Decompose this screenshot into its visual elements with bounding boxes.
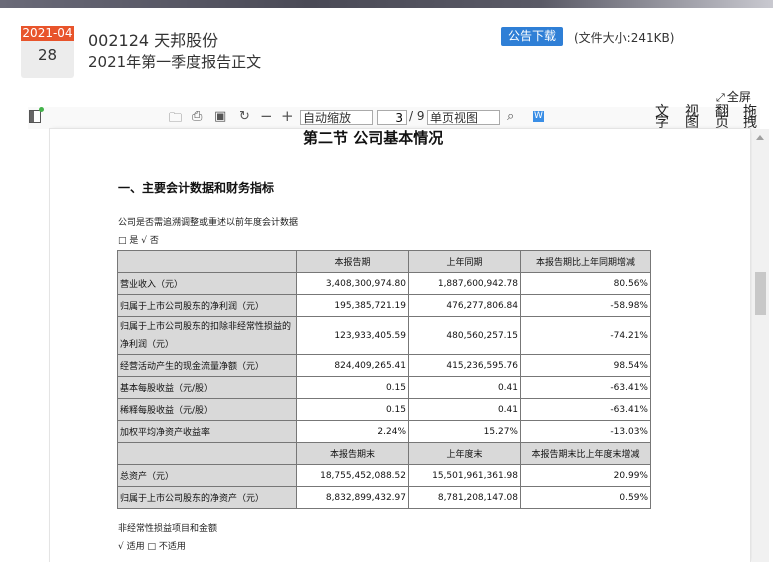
table-row: 归属于上市公司股东的净资产（元） 8,832,899,432.97 8,781,… [117, 486, 651, 509]
open-file-icon[interactable]: 🗀 [169, 109, 182, 131]
zoom-select[interactable]: 自动缩放 [300, 110, 373, 125]
word-export-icon[interactable]: W [533, 111, 544, 122]
table-row: 基本每股收益（元/股） 0.15 0.41 -63.41% [117, 376, 651, 399]
document-page: 第二节 公司基本情况 一、主要会计数据和财务指标 公司是否需追溯调整或重述以前年… [50, 129, 750, 562]
search-icon[interactable]: ⌕ [507, 109, 514, 124]
page-number-input[interactable]: 3 [377, 110, 407, 125]
fullscreen-button[interactable]: ⤢ 全屏 [716, 88, 751, 105]
top-banner-strip [0, 0, 773, 8]
view-tool-button[interactable]: 视图 [684, 105, 700, 130]
expand-icon: ⤢ [716, 91, 725, 104]
pdf-toolbar: 🗀 ⎙ ▣ ↻ − + 自动缩放 3 / 9 单页视图 ⌕ W 文字 视图 翻页… [28, 105, 760, 131]
date-year-month: 2021-04 [21, 26, 74, 41]
fullscreen-label: 全屏 [726, 90, 751, 104]
zoom-out-icon[interactable]: − [260, 107, 273, 125]
scroll-thumb[interactable] [755, 272, 766, 315]
rotate-icon[interactable]: ↻ [239, 109, 250, 124]
table-row: 经营活动产生的现金流量净额（元） 824,409,265.41 415,236,… [117, 354, 651, 377]
financial-table: 本报告期 上年同期 本报告期比上年同期增减 营业收入（元） 3,408,300,… [117, 250, 651, 509]
date-day: 28 [37, 46, 58, 64]
save-icon[interactable]: ▣ [214, 109, 226, 124]
file-size-text: (文件大小:241KB) [574, 31, 675, 45]
restate-answer: □ 是 √ 否 [118, 236, 159, 246]
sidebar-toggle-icon[interactable] [29, 107, 44, 123]
text-tool-button[interactable]: 文字 [654, 105, 670, 130]
table-header-row: 本报告期 上年同期 本报告期比上年同期增减 [117, 250, 651, 273]
date-badge: 2021-04 28 [21, 26, 74, 78]
print-icon[interactable]: ⎙ [192, 109, 202, 124]
table-header-row: 本报告期末 上年度末 本报告期末比上年度末增减 [117, 442, 651, 465]
vertical-scrollbar[interactable] [752, 129, 769, 562]
page-total: / 9 [409, 109, 425, 123]
table-row: 稀释每股收益（元/股） 0.15 0.41 -63.41% [117, 398, 651, 421]
page-turn-tool-button[interactable]: 翻页 [714, 105, 730, 130]
sub-heading: 一、主要会计数据和财务指标 [118, 181, 275, 195]
nonrecurring-answer: √ 适用 □ 不适用 [118, 542, 186, 552]
nonrecurring-label: 非经常性损益项目和金额 [118, 524, 218, 534]
table-row: 加权平均净资产收益率 2.24% 15.27% -13.03% [117, 420, 651, 443]
drag-tool-button[interactable]: 拖拽 [742, 105, 758, 130]
table-row: 营业收入（元） 3,408,300,974.80 1,887,600,942.7… [117, 272, 651, 295]
view-mode-select[interactable]: 单页视图 [427, 110, 500, 125]
scroll-up-arrow-icon[interactable] [756, 135, 764, 140]
table-row: 归属于上市公司股东的净利润（元） 195,385,721.19 476,277,… [117, 294, 651, 317]
download-button[interactable]: 公告下载 [501, 27, 563, 46]
zoom-in-icon[interactable]: + [281, 107, 294, 125]
report-title: 2021年第一季度报告正文 [88, 53, 262, 71]
restate-question: 公司是否需追溯调整或重述以前年度会计数据 [118, 218, 299, 228]
table-row: 总资产（元） 18,755,452,088.52 15,501,961,361.… [117, 464, 651, 487]
section-title: 第二节 公司基本情况 [303, 129, 444, 147]
stock-code-name: 002124 天邦股份 [88, 31, 219, 50]
table-row: 归属于上市公司股东的扣除非经常性损益的净利润（元） 123,933,405.59… [117, 316, 651, 355]
